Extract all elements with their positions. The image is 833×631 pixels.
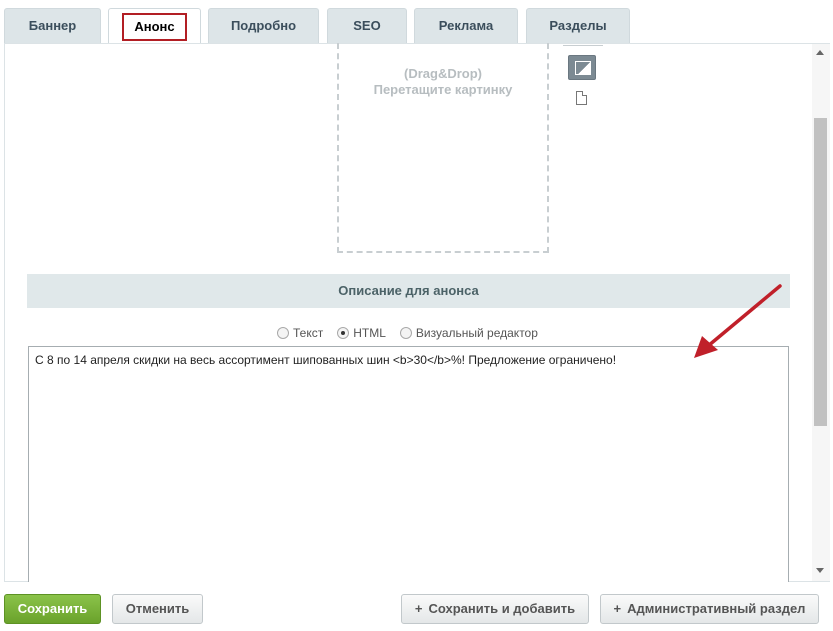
red-arrow-icon xyxy=(694,284,782,358)
radio-icon[interactable] xyxy=(399,327,412,339)
plus-icon: + xyxy=(613,601,622,616)
dropzone-text: (Drag&Drop) Перетащите картинку xyxy=(337,66,549,98)
mode-visual-radio[interactable]: Визуальный редактор xyxy=(399,326,538,340)
editor-mode-group: Текст HTML Визуальный редактор xyxy=(277,325,552,341)
scroll-thumb[interactable] xyxy=(814,118,827,426)
tab-announce-label: Анонс xyxy=(122,13,187,41)
tab-ads-label: Реклама xyxy=(438,18,494,33)
save-button[interactable]: Сохранить xyxy=(4,594,101,624)
dropzone-hint-2: Перетащите картинку xyxy=(373,82,513,97)
tab-bar: Баннер Анонс Подробно SEO Реклама Раздел… xyxy=(4,8,829,45)
scroll-down-icon[interactable] xyxy=(816,568,824,573)
radio-icon[interactable] xyxy=(277,327,289,339)
radio-checked-icon[interactable] xyxy=(337,327,350,339)
save-and-add-label: Сохранить и добавить xyxy=(428,601,576,616)
mode-text-radio[interactable]: Текст xyxy=(277,326,323,340)
tab-seo-label: SEO xyxy=(353,18,381,33)
announce-text: С 8 по 14 апреля скидки на весь ассортим… xyxy=(35,353,617,367)
tab-banner-label: Баннер xyxy=(28,18,77,33)
tab-details[interactable]: Подробно xyxy=(208,8,319,44)
cancel-button[interactable]: Отменить xyxy=(112,594,203,624)
tab-sections[interactable]: Разделы xyxy=(526,8,630,44)
image-icon[interactable] xyxy=(568,55,596,80)
section-title: Описание для анонса xyxy=(338,283,479,298)
cancel-label: Отменить xyxy=(125,601,190,616)
save-label: Сохранить xyxy=(17,601,88,616)
edit-form: Баннер Анонс Подробно SEO Реклама Раздел… xyxy=(0,0,833,631)
mode-html-radio[interactable]: HTML xyxy=(337,326,386,340)
tab-seo[interactable]: SEO xyxy=(327,8,407,44)
tab-banner[interactable]: Баннер xyxy=(4,8,101,44)
scroll-up-icon[interactable] xyxy=(816,50,824,55)
tab-sections-label: Разделы xyxy=(549,18,607,33)
mode-text-label: Текст xyxy=(293,326,324,340)
dropzone-hint-1: (Drag&Drop) xyxy=(404,66,482,81)
admin-section-label: Административный раздел xyxy=(627,601,806,616)
file-icon[interactable] xyxy=(576,91,587,105)
announce-textarea[interactable]: С 8 по 14 апреля скидки на весь ассортим… xyxy=(28,346,789,582)
tab-details-label: Подробно xyxy=(230,18,297,33)
mode-html-label: HTML xyxy=(353,326,386,340)
tab-ads[interactable]: Реклама xyxy=(414,8,518,44)
mode-visual-label: Визуальный редактор xyxy=(415,326,538,340)
section-header: Описание для анонса xyxy=(27,274,790,308)
admin-section-button[interactable]: + Административный раздел xyxy=(600,594,819,624)
plus-icon: + xyxy=(414,601,423,616)
divider xyxy=(563,43,603,46)
tab-announce[interactable]: Анонс xyxy=(108,8,201,45)
save-and-add-button[interactable]: + Сохранить и добавить xyxy=(401,594,589,624)
